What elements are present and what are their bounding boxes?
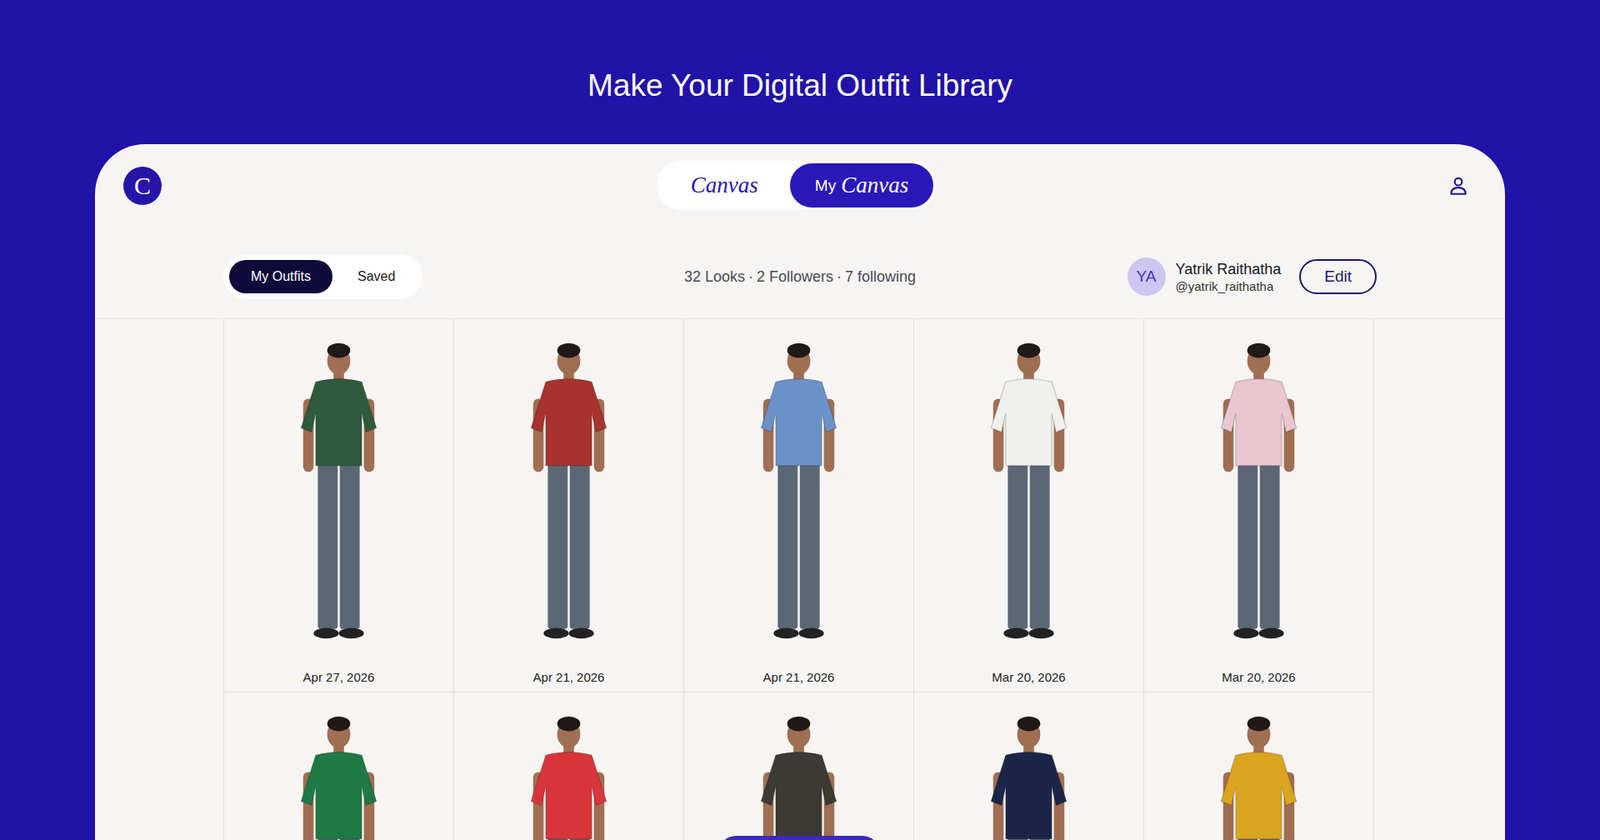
outfit-date: Mar 20, 2026 (1221, 670, 1295, 685)
outfit-figure[interactable] (275, 709, 402, 840)
stats-separator: · (748, 268, 754, 285)
outfit-card[interactable] (914, 692, 1145, 840)
edit-button[interactable]: Edit (1299, 259, 1377, 295)
view-option[interactable]: Saved (335, 260, 417, 294)
outfit-figure[interactable] (505, 709, 632, 840)
profile-handle: @yatrik_raithatha (1175, 278, 1282, 295)
profile-names: Yatrik Raithatha@yatrik_raithatha (1175, 260, 1282, 295)
profile: YA Yatrik Raithatha@yatrik_raithatha Edit (1127, 257, 1377, 296)
outfit-date: Mar 20, 2026 (991, 670, 1065, 685)
logo[interactable]: C (123, 166, 162, 205)
outfit-figure[interactable] (1195, 335, 1322, 650)
outfit-card[interactable]: Mar 20, 2026 (1144, 319, 1375, 693)
app-card: CCanvasMyCanvasMy OutfitsSaved32 Looks·2… (95, 144, 1505, 840)
view-switch: My OutfitsSaved (223, 254, 423, 300)
top-bar: C CanvasMyCanvas (95, 144, 1505, 210)
stat[interactable]: 32 Looks (684, 268, 745, 285)
outfit-figure[interactable] (505, 335, 632, 650)
profile-toolbar: My OutfitsSaved32 Looks·2 Followers·7 fo… (95, 210, 1505, 320)
tab-bar: CanvasMyCanvas (656, 160, 936, 210)
outfit-date: Apr 21, 2026 (533, 670, 605, 685)
outfit-date: Apr 27, 2026 (303, 670, 375, 685)
stat[interactable]: 2 Followers (756, 268, 834, 285)
outfit-figure[interactable] (735, 709, 862, 840)
outfit-card[interactable] (454, 692, 685, 840)
user-icon[interactable] (1447, 175, 1470, 197)
tab[interactable]: Canvas (659, 163, 790, 208)
outfit-figure[interactable] (735, 335, 862, 650)
outfit-figure[interactable] (965, 335, 1092, 650)
tab[interactable]: MyCanvas (790, 163, 934, 208)
page: Make Your Digital Outfit LibraryCCanvasM… (0, 0, 1600, 840)
floating-action-button[interactable] (719, 835, 880, 840)
view-option[interactable]: My Outfits (229, 260, 333, 294)
outfit-card[interactable]: Apr 21, 2026 (454, 319, 685, 693)
outfit-figure[interactable] (275, 335, 402, 650)
outfit-card[interactable] (224, 692, 455, 840)
profile-name: Yatrik Raithatha (1175, 260, 1282, 279)
outfit-figure[interactable] (965, 709, 1092, 840)
outfit-date: Apr 21, 2026 (763, 670, 835, 685)
outfit-card[interactable] (1144, 692, 1375, 840)
stat[interactable]: 7 following (845, 268, 916, 285)
outfit-card[interactable] (684, 692, 915, 840)
avatar[interactable]: YA (1127, 257, 1166, 296)
outfit-card[interactable]: Apr 21, 2026 (684, 319, 915, 693)
outfit-figure[interactable] (1195, 709, 1322, 840)
outfit-card[interactable]: Mar 20, 2026 (914, 319, 1145, 693)
page-title: Make Your Digital Outfit Library (587, 66, 1013, 105)
outfit-card[interactable]: Apr 27, 2026 (224, 319, 455, 693)
stats-separator: · (836, 268, 842, 285)
profile-stats: 32 Looks·2 Followers·7 following (684, 268, 916, 286)
outfit-grid: Apr 27, 2026 Apr 21, 2026 Apr 21, 2026 Mar … (223, 319, 1375, 840)
